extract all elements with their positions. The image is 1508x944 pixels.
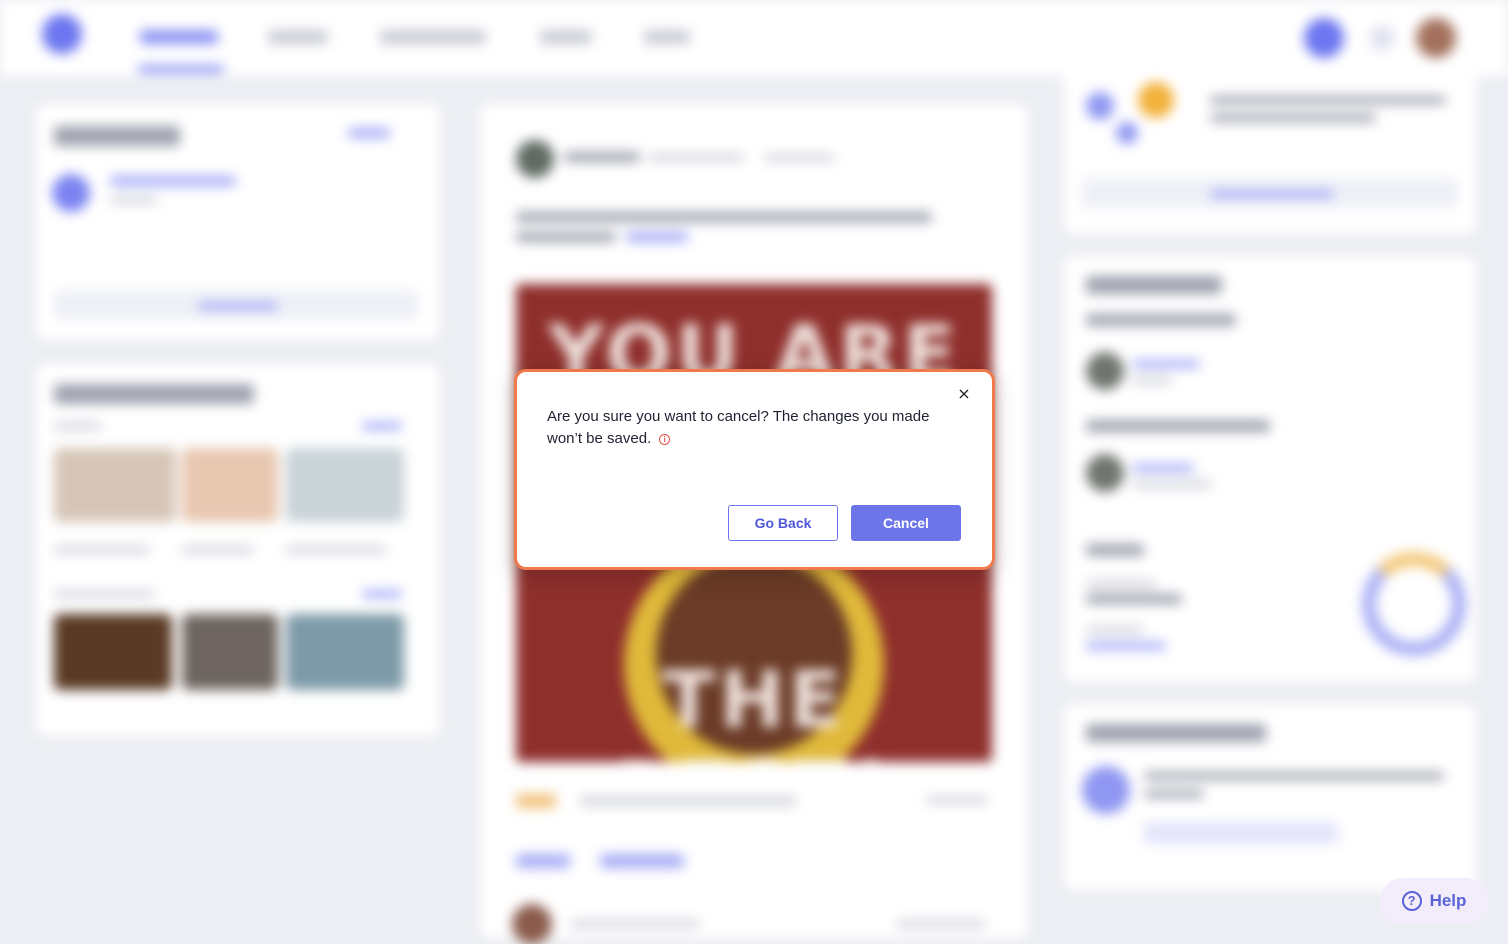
my-rewards-card — [36, 104, 440, 340]
dialog-message: Are you sure you want to cancel? The cha… — [547, 408, 930, 447]
nav-item — [380, 30, 486, 44]
help-label: Help — [1429, 891, 1467, 910]
notifications-icon — [1370, 26, 1394, 50]
dialog-message-container: Are you sure you want to cancel? The cha… — [547, 406, 957, 450]
avatar — [1416, 18, 1456, 58]
nav-item — [644, 30, 690, 44]
company-culture-card — [1064, 704, 1476, 890]
close-icon[interactable]: × — [954, 384, 974, 404]
help-circle-icon: ? — [1401, 891, 1422, 911]
dialog-body: × Are you sure you want to cancel? The c… — [519, 374, 990, 565]
help-button[interactable]: ? Help — [1380, 878, 1488, 924]
cancel-confirmation-dialog: × Are you sure you want to cancel? The c… — [514, 369, 995, 570]
top-navigation-bar — [0, 0, 1508, 76]
nav-item — [540, 30, 592, 44]
nav-active-underline — [138, 66, 224, 72]
create-button — [1304, 18, 1344, 58]
cancel-button[interactable]: Cancel — [851, 505, 961, 541]
poster-text-bottom: THE BEST! — [615, 656, 889, 762]
rewards-card — [36, 364, 440, 736]
activity-card — [1064, 70, 1476, 234]
info-icon: i — [659, 434, 671, 445]
nav-item — [268, 30, 328, 44]
go-back-button[interactable]: Go Back — [728, 505, 838, 541]
progress-donut — [1362, 552, 1466, 656]
nav-item-active — [140, 30, 218, 44]
app-logo — [42, 14, 82, 54]
